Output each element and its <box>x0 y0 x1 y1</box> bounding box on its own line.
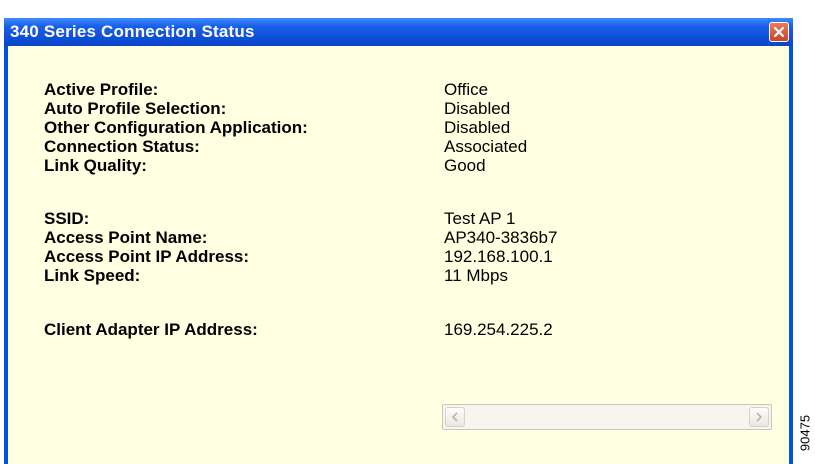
field-value: 192.168.100.1 <box>444 247 553 266</box>
title-bar[interactable]: 340 Series Connection Status <box>4 18 793 46</box>
status-panel: Active Profile: Office Auto Profile Sele… <box>8 46 789 464</box>
field-label: Auto Profile Selection: <box>44 99 227 118</box>
scroll-left-arrow-icon <box>451 412 458 422</box>
connection-status-window: 340 Series Connection Status Active Prof… <box>4 18 793 464</box>
window-title: 340 Series Connection Status <box>10 22 255 41</box>
figure-id-label: 90475 <box>796 404 814 462</box>
field-value: Test AP 1 <box>444 209 516 228</box>
field-value: AP340-3836b7 <box>444 228 558 247</box>
field-value: Disabled <box>444 99 511 118</box>
figure-id-text: 90475 <box>797 414 813 452</box>
field-value: Disabled <box>444 118 511 137</box>
field-value: Associated <box>444 137 528 156</box>
field-label: Connection Status: <box>44 137 200 156</box>
scroll-left-button[interactable] <box>445 407 465 427</box>
field-label: Active Profile: <box>44 80 159 99</box>
field-value: Office <box>444 80 489 99</box>
field-label: Other Configuration Application: <box>44 118 308 137</box>
field-label: Client Adapter IP Address: <box>44 320 258 339</box>
scroll-right-arrow-icon <box>756 412 763 422</box>
field-label: Link Speed: <box>44 266 141 285</box>
close-icon <box>773 26 785 38</box>
field-label: Link Quality: <box>44 156 147 175</box>
field-label: Access Point IP Address: <box>44 247 250 266</box>
horizontal-scrollbar[interactable] <box>442 404 772 430</box>
field-label: Access Point Name: <box>44 228 208 247</box>
field-label: SSID: <box>44 209 90 228</box>
scroll-right-button[interactable] <box>749 407 769 427</box>
field-value: 169.254.225.2 <box>444 320 553 339</box>
close-button[interactable] <box>769 22 789 42</box>
field-value: 11 Mbps <box>444 266 508 285</box>
field-value: Good <box>444 156 486 175</box>
